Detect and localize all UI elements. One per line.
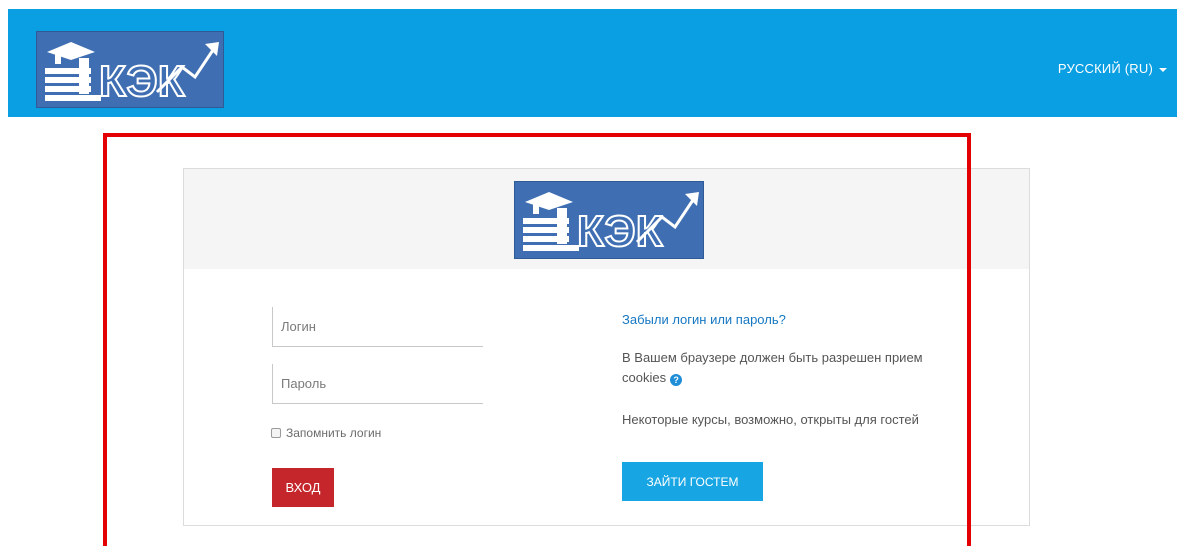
forgot-password-link[interactable]: Забыли логин или пароль? — [622, 312, 786, 327]
login-button[interactable]: ВХОД — [272, 468, 334, 507]
language-menu[interactable]: РУССКИЙ (RU) — [1058, 61, 1167, 76]
cookies-notice: В Вашем браузере должен быть разрешен пр… — [622, 348, 957, 388]
login-panel-header: КЭК — [184, 169, 1029, 269]
remember-checkbox[interactable] — [271, 428, 281, 438]
login-panel: КЭК Запомнить логин ВХОД Забыли логин ил… — [183, 168, 1030, 526]
language-label: РУССКИЙ (RU) — [1057, 61, 1153, 76]
logo-graphic: КЭК — [37, 32, 223, 107]
username-input[interactable] — [272, 307, 483, 347]
svg-text:КЭК: КЭК — [577, 207, 663, 256]
remember-label: Запомнить логин — [286, 426, 382, 440]
site-logo[interactable]: КЭК — [36, 31, 224, 108]
login-page: КЭК РУССКИЙ (RU) КЭК Логин Запомнить лог… — [0, 0, 1177, 546]
question-circle-icon[interactable]: ? — [670, 374, 683, 386]
remember-username[interactable]: Запомнить логин — [271, 426, 381, 440]
cookies-text: В Вашем браузере должен быть разрешен пр… — [622, 350, 923, 385]
password-input[interactable] — [272, 364, 483, 404]
login-logo: КЭК — [514, 181, 704, 259]
chevron-down-icon — [1159, 67, 1167, 72]
guest-login-button[interactable]: ЗАЙТИ ГОСТЕМ — [622, 462, 763, 501]
guest-access-note: Некоторые курсы, возможно, открыты для г… — [622, 412, 919, 427]
top-navbar: КЭК РУССКИЙ (RU) — [8, 9, 1177, 117]
logo-graphic: КЭК — [515, 182, 703, 258]
svg-text:КЭК: КЭК — [99, 57, 185, 106]
